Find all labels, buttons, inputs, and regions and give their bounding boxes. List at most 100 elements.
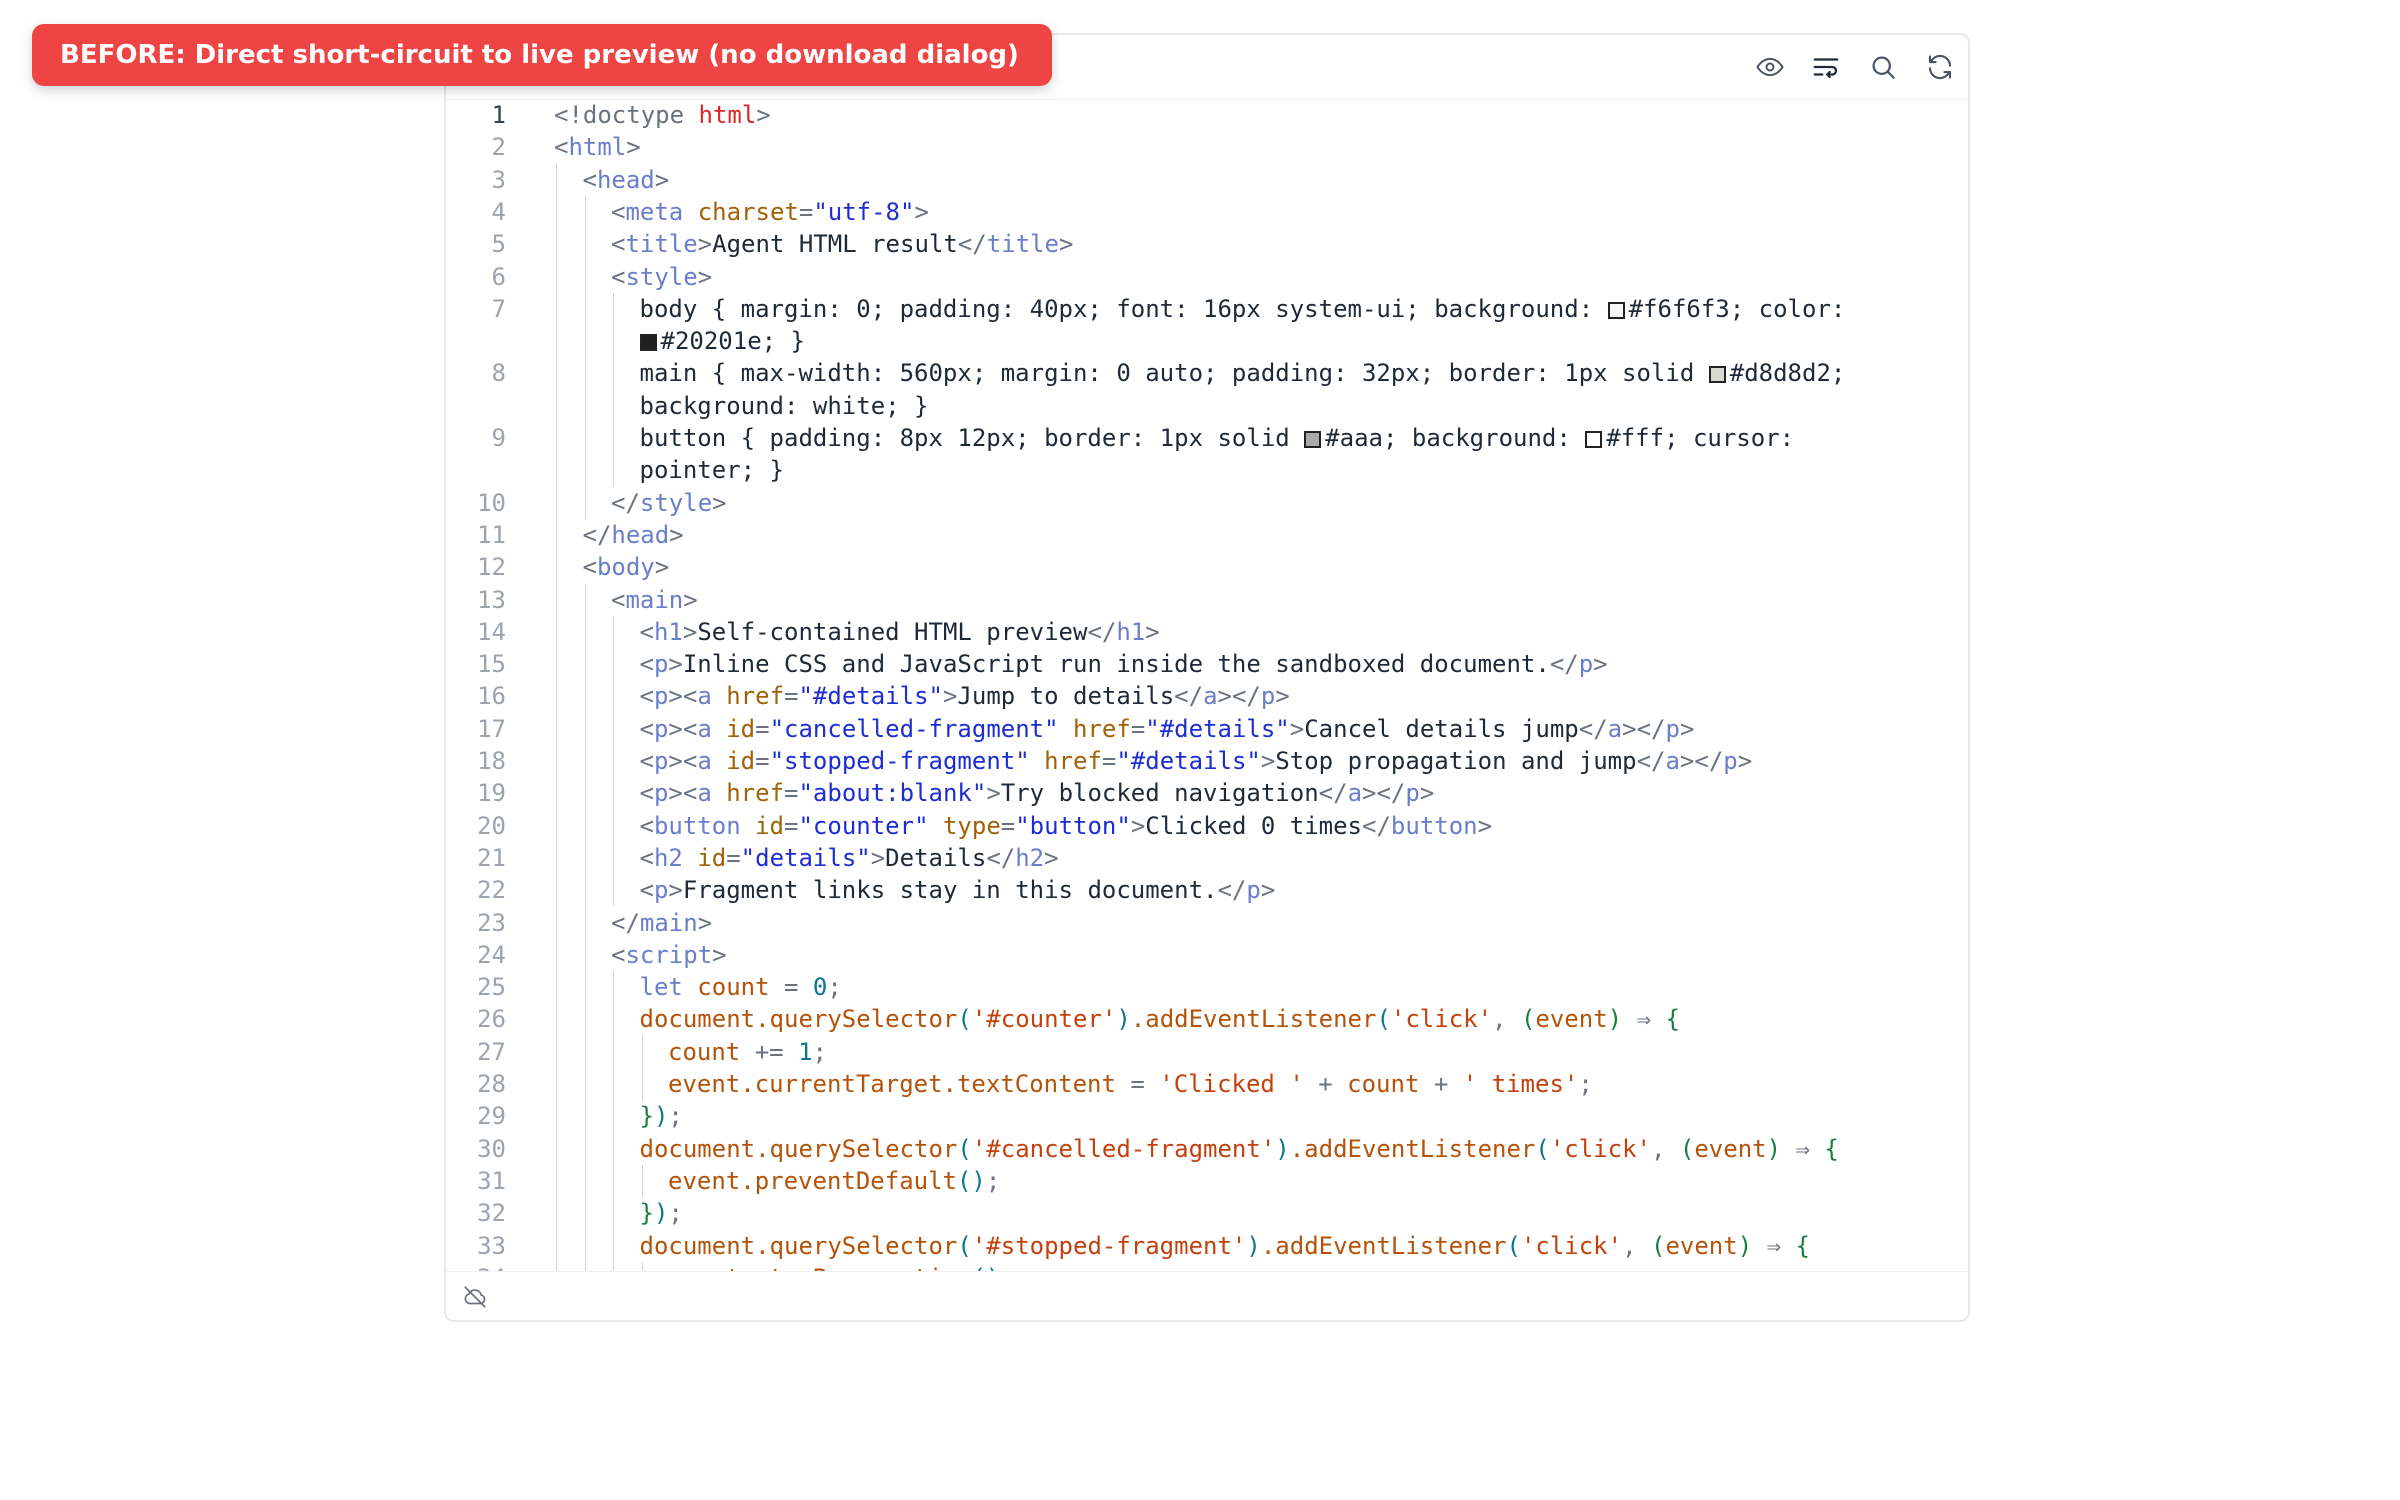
- code-token: head: [611, 520, 670, 549]
- code-token: >: [870, 843, 886, 872]
- code-text: <p>Inline CSS and JavaScript run inside …: [640, 648, 1869, 680]
- code-token: (): [956, 1166, 986, 1195]
- code-token: 0: [812, 973, 828, 1002]
- code-token: =: [755, 714, 770, 743]
- code-token: document.querySelector: [639, 1134, 958, 1163]
- code-token: <: [639, 811, 654, 840]
- code-token: Self-contained HTML preview: [697, 617, 1088, 646]
- code-token: p: [653, 714, 669, 743]
- code-token: </: [611, 488, 640, 517]
- code-token: >: [942, 682, 958, 711]
- code-text: count += 1;: [668, 1036, 1868, 1068]
- code-text: button { padding: 8px 12px; border: 1px …: [640, 422, 1869, 454]
- code-line: 9 button { padding: 8px 12px; border: 1px…: [446, 422, 1968, 454]
- eye-icon[interactable]: [1755, 52, 1785, 82]
- code-text: <button id="counter" type="button">Click…: [640, 810, 1869, 842]
- color-swatch: [1304, 431, 1322, 448]
- search-icon[interactable]: [1868, 52, 1898, 82]
- code-token: ><: [668, 747, 698, 775]
- line-number: 27: [477, 1037, 506, 1066]
- code-token: body: [596, 553, 655, 582]
- code-token: document.querySelector: [639, 1231, 958, 1260]
- code-token: <: [639, 843, 654, 872]
- code-token: p: [653, 747, 669, 775]
- code-text: </main>: [611, 907, 1868, 939]
- code-token: ;: [827, 973, 842, 1002]
- code-token: </: [1636, 747, 1666, 775]
- code-token: >: [914, 197, 929, 226]
- code-text: <script>: [611, 939, 1868, 971]
- code-text: <meta charset="utf-8">: [611, 196, 1868, 228]
- code-text: </style>: [611, 487, 1868, 519]
- code-token: >: [1593, 650, 1608, 679]
- code-token: '#cancelled-fragment': [971, 1134, 1276, 1163]
- code-token: {: [1665, 1005, 1680, 1034]
- refresh-icon[interactable]: [1925, 52, 1955, 82]
- code-token: Agent HTML result: [712, 230, 958, 259]
- code-text: <h1>Self-contained HTML preview</h1>: [640, 616, 1869, 648]
- code-token: "#details": [1116, 747, 1261, 775]
- code-token: p: [1665, 714, 1680, 743]
- code-token: <: [639, 714, 654, 743]
- line-number: 22: [477, 876, 506, 905]
- code-token: </: [1362, 811, 1391, 840]
- code-text: background: white; }: [640, 390, 1869, 422]
- code-text: <head>: [583, 164, 1869, 196]
- code-text: pointer; }: [640, 454, 1869, 486]
- code-token: >: [697, 230, 713, 259]
- code-token: >: [1130, 811, 1146, 840]
- code-line: 33 document.querySelector('#stopped-fragm…: [446, 1230, 1968, 1262]
- line-number: 20: [477, 811, 506, 840]
- code-token: ;: [668, 1199, 683, 1228]
- code-token: 1: [798, 1037, 813, 1066]
- code-token: </: [1318, 779, 1348, 808]
- code-token: ): [1275, 1134, 1290, 1163]
- code-token: ): [1607, 1005, 1623, 1034]
- line-number: 24: [477, 940, 506, 969]
- code-token: #f6f6f3; color:: [1628, 294, 1846, 323]
- code-line: background: white; }: [446, 390, 1968, 422]
- code-token: ><: [668, 682, 698, 711]
- code-token: >: [1737, 747, 1753, 775]
- code-text: let count = 0;: [640, 971, 1869, 1003]
- code-token: event.preventDefault: [668, 1166, 957, 1195]
- code-token: =: [784, 973, 813, 1002]
- code-token: >: [1260, 747, 1276, 775]
- line-number: 3: [491, 165, 506, 194]
- code-line: 24 <script>: [446, 939, 1968, 971]
- code-token: <: [582, 553, 597, 582]
- code-token: >: [1145, 617, 1160, 646]
- line-number: 10: [477, 488, 506, 517]
- code-token: </: [1549, 650, 1579, 679]
- line-number: 13: [477, 585, 506, 614]
- code-token: body { margin: 0; padding: 40px; font: 1…: [639, 294, 1608, 323]
- code-token: <!doctype: [554, 101, 699, 129]
- wrap-lines-icon[interactable]: [1811, 52, 1841, 82]
- code-token: id: [726, 714, 756, 743]
- code-token: background: white; }: [639, 391, 929, 420]
- code-editor[interactable]: 1 <!doctype html> 2 <html> 3 <head> 4 <meta cha…: [446, 99, 1968, 1305]
- code-text: document.querySelector('#counter').addEv…: [640, 1003, 1869, 1035]
- code-token: =: [726, 843, 741, 872]
- line-number: 6: [491, 262, 506, 291]
- code-token: button: [653, 811, 756, 840]
- code-token: '#stopped-fragment': [971, 1231, 1247, 1260]
- code-token: =: [1130, 714, 1146, 743]
- code-token: </: [957, 230, 987, 259]
- code-text: document.querySelector('#stopped-fragmen…: [640, 1230, 1869, 1262]
- line-number: 23: [477, 908, 506, 937]
- code-token: ): [653, 1102, 669, 1131]
- code-token: title: [625, 230, 698, 259]
- code-token: id: [726, 747, 756, 775]
- code-token: "stopped-fragment": [769, 747, 1045, 775]
- code-token: =: [798, 197, 814, 226]
- code-token: .addEventListener: [1130, 1005, 1377, 1034]
- code-token: .addEventListener: [1260, 1231, 1507, 1260]
- code-text: body { margin: 0; padding: 40px; font: 1…: [640, 293, 1869, 325]
- code-token: <: [611, 197, 626, 226]
- code-token: >: [1058, 230, 1074, 259]
- code-token: >: [668, 876, 683, 905]
- code-token: href: [1073, 714, 1131, 743]
- code-token: ><: [668, 714, 698, 743]
- code-token: a: [1607, 714, 1623, 743]
